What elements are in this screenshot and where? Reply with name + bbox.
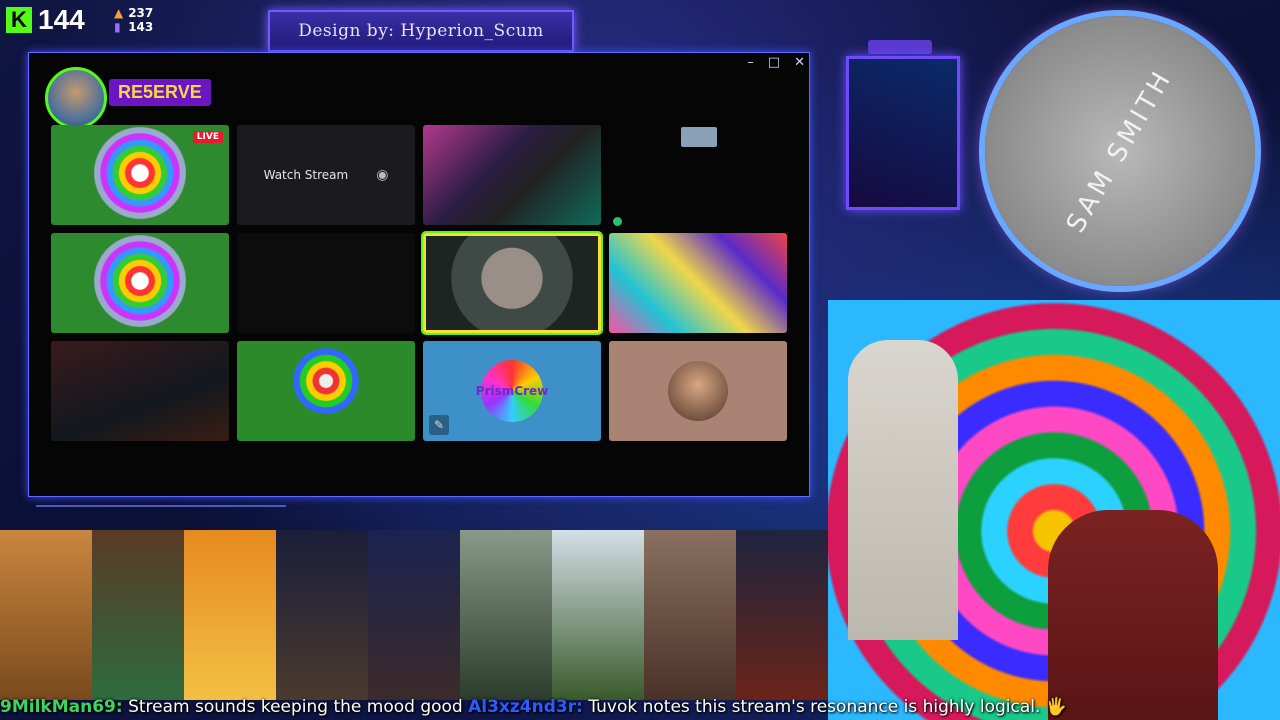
minimize-button[interactable]: – bbox=[747, 55, 754, 70]
channel-name[interactable]: RE5ERVE bbox=[109, 79, 211, 106]
strip-avatar-shirtless bbox=[644, 530, 736, 700]
subs-count: 143 bbox=[128, 20, 154, 34]
ticker-message-2: Tuvok notes this stream's resonance is h… bbox=[588, 697, 1067, 717]
stats-panel: ▲ 237 ▮ 143 bbox=[114, 6, 153, 34]
album-title: SAM SMITH bbox=[1061, 64, 1179, 238]
strip-avatar-tower bbox=[460, 530, 552, 700]
stream-tile-prism[interactable]: PrismCrew ✎ bbox=[423, 341, 601, 441]
ticker-user-2: Al3xz4nd3r: bbox=[468, 697, 583, 717]
subs-icon: ▮ bbox=[114, 20, 121, 34]
stream-tile-wheel-live[interactable]: LIVE bbox=[51, 125, 229, 225]
strip-avatar-monkey bbox=[276, 530, 368, 700]
ticker-user-1: 9MilkMan69: bbox=[0, 697, 123, 717]
lightning-panel bbox=[846, 56, 960, 210]
person-right bbox=[1048, 510, 1218, 720]
stream-tile-game[interactable] bbox=[51, 341, 229, 441]
mute-icon[interactable]: ✎ bbox=[429, 415, 449, 435]
avatar-strip bbox=[0, 530, 828, 700]
followers-icon: ▲ bbox=[114, 6, 124, 20]
stream-tile-wheel-2[interactable] bbox=[51, 233, 229, 333]
watch-stream-button[interactable]: Watch Stream bbox=[264, 168, 349, 182]
album-art: SAM SMITH bbox=[985, 16, 1255, 286]
panel-cap bbox=[868, 40, 932, 54]
strip-avatar-fire bbox=[184, 530, 276, 700]
live-badge: LIVE bbox=[192, 131, 223, 143]
stream-tile-offline[interactable]: Watch Stream ◉ bbox=[237, 125, 415, 225]
online-indicator bbox=[613, 217, 622, 226]
person-left bbox=[848, 340, 958, 640]
viewer-counter: K 144 bbox=[6, 4, 85, 36]
followers-count: 237 bbox=[128, 6, 154, 20]
channel-avatar[interactable] bbox=[45, 67, 107, 129]
stream-tile-cam-rgb[interactable] bbox=[423, 125, 601, 225]
strip-avatar-beard bbox=[736, 530, 828, 700]
strip-avatar-fisher bbox=[552, 530, 644, 700]
close-button[interactable]: ✕ bbox=[794, 55, 805, 70]
multistream-window: – □ ✕ RE5ERVE LIVE Watch Stream ◉ PrismC… bbox=[28, 52, 810, 497]
frame-decoration bbox=[36, 505, 286, 529]
viewer-count: 144 bbox=[38, 4, 85, 35]
stream-tile-dark[interactable] bbox=[237, 233, 415, 333]
stream-tile-avatar[interactable] bbox=[609, 341, 787, 441]
kick-icon: K bbox=[6, 7, 32, 33]
chat-ticker: 9MilkMan69: Stream sounds keeping the mo… bbox=[0, 696, 1280, 720]
ticker-message-1: Stream sounds keeping the mood good bbox=[128, 697, 463, 717]
strip-avatar-man bbox=[92, 530, 184, 700]
maximize-button[interactable]: □ bbox=[768, 55, 780, 70]
stream-tile-selected[interactable] bbox=[421, 231, 603, 335]
stream-tile-thumbnail-small[interactable] bbox=[681, 127, 717, 147]
strip-avatar-duck bbox=[0, 530, 92, 700]
strip-avatar-anime bbox=[368, 530, 460, 700]
webcam-feed bbox=[828, 300, 1280, 720]
user-avatar bbox=[668, 361, 728, 421]
design-banner: Design by: Hyperion_Scum bbox=[268, 10, 574, 52]
prism-logo: PrismCrew bbox=[476, 360, 548, 422]
window-controls: – □ ✕ bbox=[747, 55, 805, 70]
stream-tile-collage[interactable] bbox=[609, 233, 787, 333]
stream-tile-wheel-3[interactable] bbox=[237, 341, 415, 441]
eye-icon[interactable]: ◉ bbox=[376, 167, 388, 183]
